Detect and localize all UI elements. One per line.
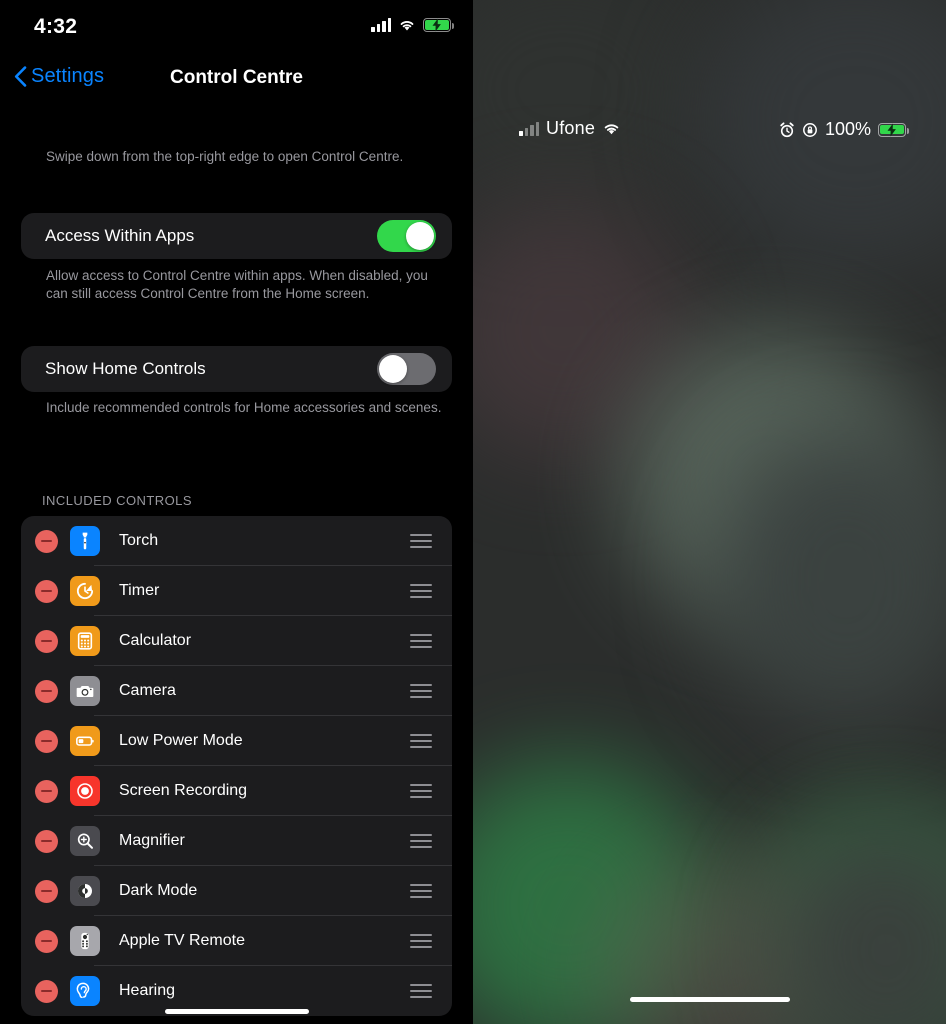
control-label: Hearing	[119, 982, 176, 999]
control-label: Torch	[119, 532, 159, 549]
control-label: Calculator	[119, 632, 192, 649]
page-title: Control Centre	[170, 67, 303, 88]
carrier-name: Ufone	[546, 118, 596, 138]
remove-control-button[interactable]	[35, 879, 58, 903]
control-centre-panel: Ufone 100%	[473, 0, 946, 1024]
control-label: Screen Recording	[119, 782, 248, 799]
control-app-icon	[70, 876, 100, 906]
reorder-handle-icon[interactable]	[410, 834, 432, 848]
list-item[interactable]: Dark Mode	[21, 866, 452, 916]
reorder-handle-icon[interactable]	[410, 934, 432, 948]
settings-panel: 4:32 Settings Control Centre Swipe down …	[0, 0, 473, 1024]
list-item[interactable]: Apple TV Remote	[21, 916, 452, 966]
wifi-icon	[604, 124, 619, 135]
alarm-icon	[780, 121, 794, 137]
remove-control-button[interactable]	[35, 929, 58, 953]
remove-control-button[interactable]	[35, 729, 58, 753]
control-app-icon	[70, 726, 100, 756]
remove-control-button[interactable]	[35, 629, 58, 653]
timer-icon	[76, 582, 94, 600]
remove-control-button[interactable]	[35, 979, 58, 1003]
remove-control-button[interactable]	[35, 829, 58, 853]
reorder-handle-icon[interactable]	[410, 584, 432, 598]
reorder-handle-icon[interactable]	[410, 734, 432, 748]
screen-recording-icon	[77, 783, 93, 799]
control-label: Apple TV Remote	[119, 932, 245, 949]
rotation-lock-icon	[803, 122, 817, 137]
remove-control-button[interactable]	[35, 779, 58, 803]
reorder-handle-icon[interactable]	[410, 884, 432, 898]
dark-mode-icon	[78, 884, 92, 898]
access-within-apps-card: Access Within Apps	[21, 213, 452, 259]
torch-icon	[82, 532, 88, 550]
wifi-icon	[400, 21, 414, 31]
included-controls-list: Torch Timer Calculator Camera Low Power Mode…	[21, 516, 452, 1016]
control-centre-status-bar: Ufone 100%	[473, 118, 946, 148]
control-app-icon	[70, 926, 100, 956]
list-item[interactable]: Torch	[21, 516, 452, 566]
status-time: 4:32	[34, 15, 78, 38]
remove-control-button[interactable]	[35, 679, 58, 703]
intro-note: Swipe down from the top-right edge to op…	[46, 149, 404, 164]
show-home-controls-note: Include recommended controls for Home ac…	[46, 400, 442, 415]
calculator-icon	[77, 632, 93, 650]
low-power-mode-icon	[76, 736, 94, 746]
show-home-controls-label: Show Home Controls	[45, 359, 206, 378]
hearing-icon	[76, 982, 90, 999]
control-label: Low Power Mode	[119, 732, 243, 749]
camera-icon	[76, 686, 94, 697]
carrier-group: Ufone	[519, 118, 621, 139]
control-app-icon	[70, 776, 100, 806]
list-item[interactable]: Calculator	[21, 616, 452, 666]
show-home-controls-card: Show Home Controls	[21, 346, 452, 392]
list-item[interactable]: Screen Recording	[21, 766, 452, 816]
status-right-group: 100%	[779, 119, 910, 140]
control-app-icon	[70, 676, 100, 706]
control-app-icon	[70, 526, 100, 556]
control-label: Camera	[119, 682, 176, 699]
signal-bars-icon	[519, 121, 539, 136]
wallpaper-background	[473, 0, 946, 1024]
reorder-handle-icon[interactable]	[410, 634, 432, 648]
reorder-handle-icon[interactable]	[410, 984, 432, 998]
battery-charging-icon	[423, 18, 455, 32]
apple-tv-remote-icon	[81, 932, 89, 950]
signal-bars-icon	[371, 18, 391, 32]
access-within-apps-toggle[interactable]	[377, 220, 436, 252]
reorder-handle-icon[interactable]	[410, 784, 432, 798]
reorder-handle-icon[interactable]	[410, 684, 432, 698]
show-home-controls-toggle[interactable]	[377, 353, 436, 385]
battery-percent: 100%	[824, 119, 871, 139]
access-within-apps-row[interactable]: Access Within Apps	[21, 213, 452, 259]
control-label: Magnifier	[119, 832, 185, 849]
remove-control-button[interactable]	[35, 579, 58, 603]
control-app-icon	[70, 976, 100, 1006]
screenshot-root: 4:32 Settings Control Centre Swipe down …	[0, 0, 946, 1024]
access-within-apps-note: Allow access to Control Centre within ap…	[46, 268, 428, 301]
list-item[interactable]: Camera	[21, 666, 452, 716]
control-app-icon	[70, 826, 100, 856]
navigation-bar: Settings Control Centre	[0, 57, 473, 105]
control-label: Timer	[119, 582, 160, 599]
control-label: Dark Mode	[119, 882, 198, 899]
home-indicator	[164, 1009, 309, 1014]
list-item[interactable]: Magnifier	[21, 816, 452, 866]
list-item[interactable]: Low Power Mode	[21, 716, 452, 766]
included-controls-header: INCLUDED CONTROLS	[42, 493, 192, 508]
control-app-icon	[70, 626, 100, 656]
show-home-controls-row[interactable]: Show Home Controls	[21, 346, 452, 392]
settings-status-bar: 4:32	[0, 0, 473, 52]
home-indicator	[629, 997, 790, 1002]
list-item[interactable]: Timer	[21, 566, 452, 616]
control-app-icon	[70, 576, 100, 606]
magnifier-icon	[77, 833, 93, 849]
status-indicators	[371, 18, 455, 32]
battery-charging-icon	[878, 122, 910, 137]
access-within-apps-label: Access Within Apps	[45, 226, 195, 245]
reorder-handle-icon[interactable]	[410, 534, 432, 548]
remove-control-button[interactable]	[35, 529, 58, 553]
